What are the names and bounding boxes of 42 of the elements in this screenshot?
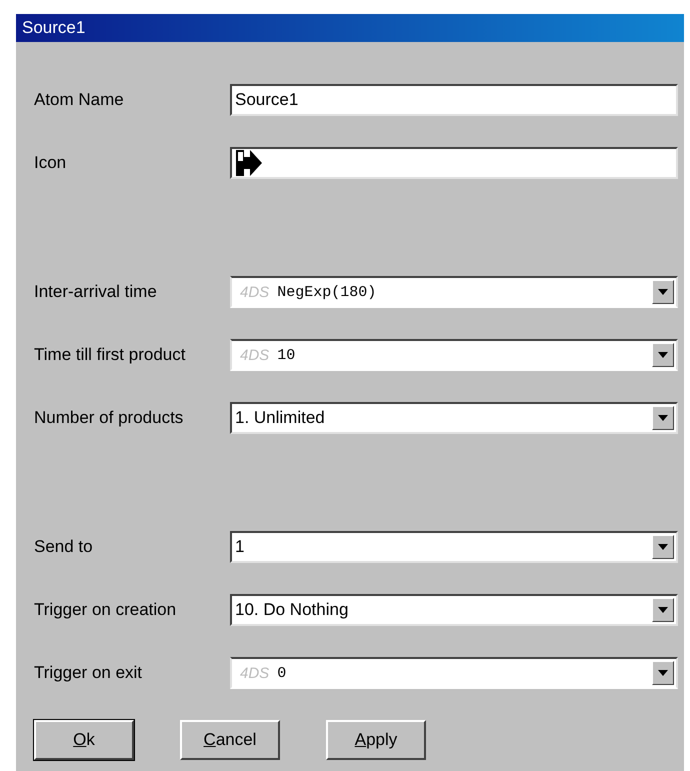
field-value: 1. Unlimited <box>235 408 325 428</box>
caret-icon <box>658 415 668 421</box>
field-label: Number of products <box>34 408 184 428</box>
field-label: Inter-arrival time <box>34 282 158 302</box>
field-label: Send to <box>34 537 94 557</box>
window-title: Source1 <box>22 18 86 38</box>
field-value: 10. Do Nothing <box>235 600 348 620</box>
dropdown-field[interactable]: 4DS 10 <box>230 339 678 371</box>
dropdown-button[interactable] <box>652 535 674 559</box>
caret-icon <box>658 544 668 550</box>
dialog-button[interactable]: Ok <box>34 720 134 760</box>
dropdown-field[interactable]: 1 <box>230 531 678 563</box>
dropdown-button[interactable] <box>652 343 674 367</box>
icon-field[interactable] <box>230 147 678 179</box>
dropdown-button[interactable] <box>652 661 674 685</box>
dropdown-field[interactable]: 10. Do Nothing <box>230 594 678 626</box>
dropdown-button[interactable] <box>652 598 674 622</box>
caret-icon <box>658 352 668 358</box>
field-label: Trigger on creation <box>34 600 178 620</box>
arrow-icon <box>236 150 262 176</box>
dropdown-field[interactable]: 1. Unlimited <box>230 402 678 434</box>
field-label: Icon <box>34 153 68 173</box>
dropdown-field[interactable]: 4DS NegExp(180) <box>230 276 678 308</box>
caret-icon <box>658 670 668 676</box>
prefix-label: 4DS <box>240 284 270 300</box>
field-label: Time till first product <box>34 345 186 365</box>
text-field[interactable]: Source1 <box>230 84 678 116</box>
dropdown-button[interactable] <box>652 406 674 430</box>
field-value: 10 <box>277 346 296 364</box>
field-value: NegExp(180) <box>277 284 376 300</box>
prefix-label: 4DS <box>240 664 270 682</box>
dropdown-field[interactable]: 4DS 0 <box>230 657 678 689</box>
dialog-button[interactable]: Cancel <box>180 720 280 760</box>
field-value: 0 <box>277 664 286 682</box>
field-label: Atom Name <box>34 90 125 110</box>
caret-icon <box>658 289 668 295</box>
field-value: 1 <box>235 537 244 557</box>
dialog-button[interactable]: Apply <box>326 720 426 760</box>
dropdown-button[interactable] <box>652 280 674 304</box>
field-label: Trigger on exit <box>34 663 144 683</box>
caret-icon <box>658 607 668 613</box>
prefix-label: 4DS <box>240 346 270 364</box>
